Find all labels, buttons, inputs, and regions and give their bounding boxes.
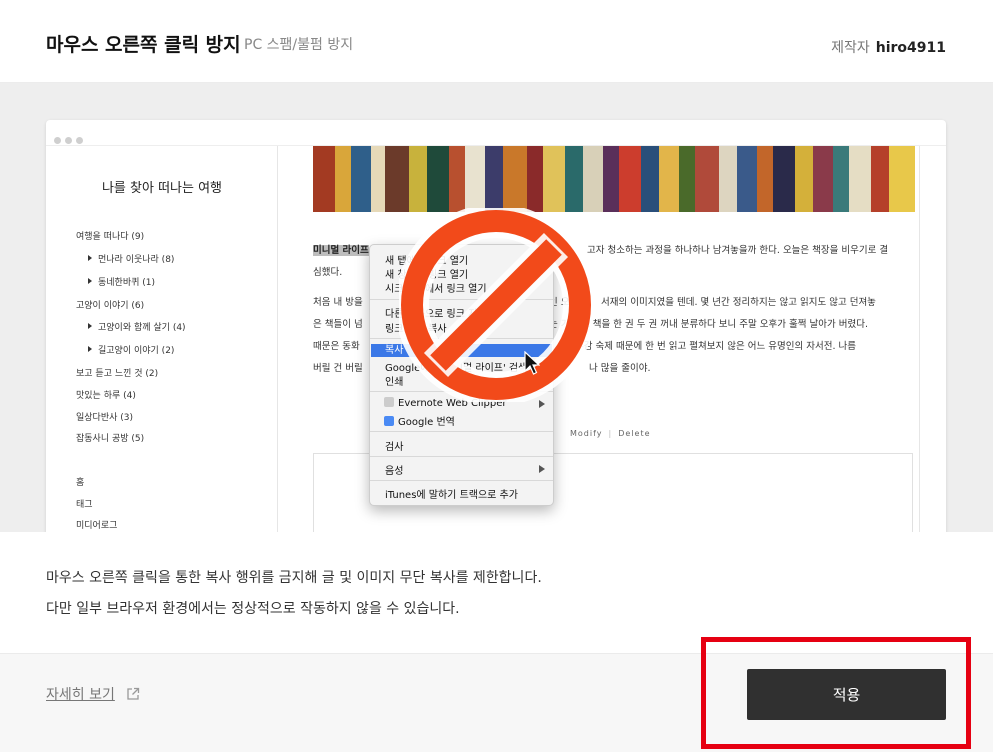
page-title: 마우스 오른쪽 클릭 방지 bbox=[46, 34, 241, 56]
description-line: 다만 일부 브라우저 환경에서는 정상적으로 작동하지 않을 수 있습니다. bbox=[46, 601, 460, 617]
description-line: 마우스 오른쪽 클릭을 통한 복사 행위를 금지해 글 및 이미지 무단 복사를… bbox=[46, 570, 542, 586]
category-item: 일상다반사 (3) bbox=[76, 413, 134, 423]
window-bar bbox=[46, 120, 946, 146]
creator-info: 제작자 hiro4911 bbox=[831, 37, 946, 57]
window-dot bbox=[54, 137, 61, 144]
window-dot bbox=[65, 137, 72, 144]
preview-area: 나를 찾아 떠나는 여행 여행을 떠나다 (9) 먼나라 이웃나라 (8) 동네… bbox=[0, 83, 993, 532]
category-item: 잡동사니 공방 (5) bbox=[76, 434, 145, 444]
header: 마우스 오른쪽 클릭 방지 PC 스팸/불펌 방지 제작자 hiro4911 bbox=[0, 0, 993, 83]
modify-link: Modify bbox=[570, 429, 603, 438]
caret-right-icon bbox=[88, 278, 92, 284]
menu-separator bbox=[370, 431, 553, 432]
page-subtitle: PC 스팸/불펌 방지 bbox=[244, 37, 354, 53]
creator-label: 제작자 bbox=[831, 40, 870, 56]
footer: 자세히 보기 적용 bbox=[0, 653, 993, 752]
category-item: 고양이 이야기 (6) bbox=[76, 301, 145, 311]
menu-separator bbox=[370, 456, 553, 457]
submenu-arrow-icon bbox=[539, 465, 545, 473]
apply-button[interactable]: 적용 bbox=[747, 669, 946, 720]
caret-right-icon bbox=[88, 323, 92, 329]
category-item: 먼나라 이웃나라 (8) bbox=[88, 252, 174, 265]
category-item: 맛있는 하루 (4) bbox=[76, 391, 136, 401]
menu-item: 검사 bbox=[385, 442, 404, 453]
post-actions: Modify | Delete bbox=[570, 429, 651, 438]
window-dot bbox=[76, 137, 83, 144]
category-item: 여행을 떠나다 (9) bbox=[76, 232, 145, 242]
blog-title: 나를 찾아 떠나는 여행 bbox=[101, 181, 223, 196]
nav-item-tag: 태그 bbox=[76, 500, 93, 510]
details-link[interactable]: 자세히 보기 bbox=[46, 684, 115, 704]
nav-item-medialog: 미디어로그 bbox=[76, 521, 118, 531]
nav-item-home: 홈 bbox=[76, 478, 85, 488]
category-item: 길고양이 이야기 (2) bbox=[88, 343, 174, 356]
no-sign-icon bbox=[399, 208, 593, 402]
caret-right-icon bbox=[88, 346, 92, 352]
description-section: 마우스 오른쪽 클릭을 통한 복사 행위를 금지해 글 및 이미지 무단 복사를… bbox=[0, 532, 993, 653]
external-link-icon[interactable] bbox=[126, 687, 140, 701]
category-item: 고양이와 함께 살기 (4) bbox=[88, 320, 186, 333]
menu-item: iTunes에 말하기 트랙으로 추가 bbox=[385, 490, 518, 501]
delete-link: Delete bbox=[618, 429, 651, 438]
google-translate-icon bbox=[384, 416, 394, 426]
creator-name: hiro4911 bbox=[875, 40, 946, 56]
category-item: 보고 듣고 느낀 것 (2) bbox=[76, 369, 159, 379]
mouse-cursor-icon bbox=[524, 351, 540, 375]
books-image bbox=[313, 146, 915, 212]
menu-item: Google 번역 bbox=[384, 413, 455, 428]
evernote-icon bbox=[384, 397, 394, 407]
menu-separator bbox=[370, 480, 553, 481]
menu-item: 음성 bbox=[385, 466, 404, 477]
category-item: 동네한바퀴 (1) bbox=[88, 275, 155, 288]
selected-text: 미니멀 라이프 bbox=[313, 245, 369, 256]
blog-sidebar: 나를 찾아 떠나는 여행 여행을 떠나다 (9) 먼나라 이웃나라 (8) 동네… bbox=[46, 146, 278, 532]
caret-right-icon bbox=[88, 255, 92, 261]
